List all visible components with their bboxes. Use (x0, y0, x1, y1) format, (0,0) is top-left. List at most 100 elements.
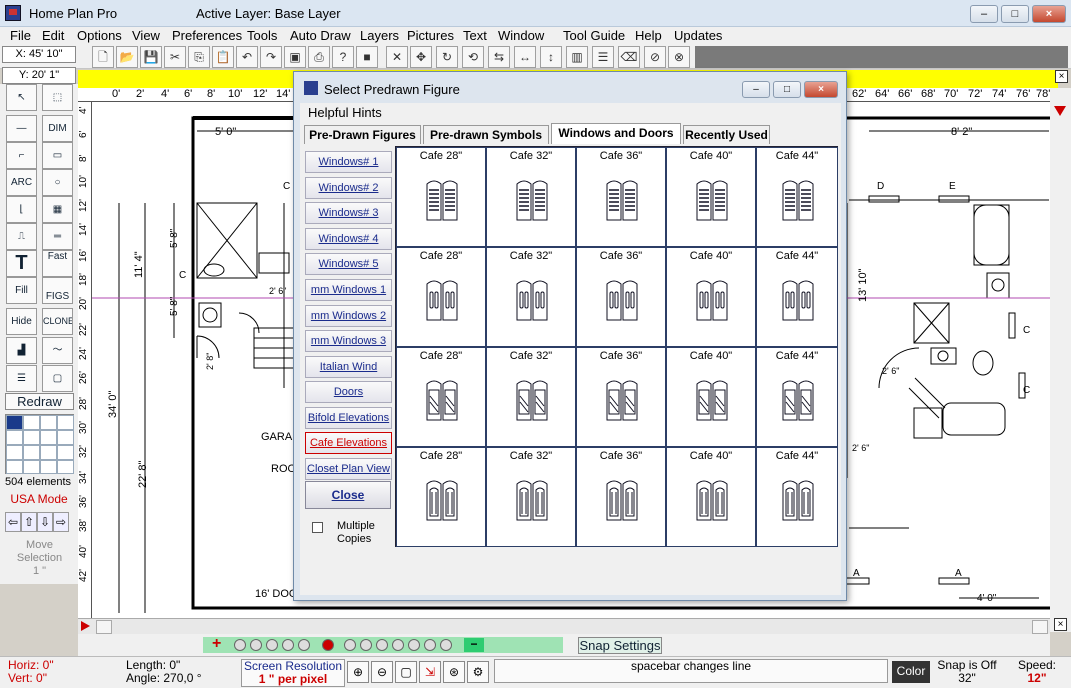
eraser-icon[interactable]: ⌫ (618, 46, 640, 68)
figure-cafe-panel[interactable]: Cafe 44" (756, 447, 838, 547)
tab-pre-drawn-symbols[interactable]: Pre-drawn Symbols (423, 125, 549, 144)
dialog-title-bar[interactable]: Select Predrawn Figure – □ × (302, 72, 842, 103)
save-icon[interactable]: 💾 (140, 46, 162, 68)
category-closet-plan-view[interactable]: Closet Plan View (305, 458, 392, 480)
move-up-icon[interactable]: ⇧ (21, 512, 37, 532)
menu-options[interactable]: Options (77, 28, 122, 43)
snap-settings-button[interactable]: Snap Settings (578, 637, 662, 654)
menu-file[interactable]: File (10, 28, 31, 43)
figure-cafe-louvered[interactable]: Cafe 28" (396, 147, 486, 247)
close-button[interactable]: × (1032, 5, 1066, 23)
select-box-icon[interactable]: ⬚ (42, 84, 73, 111)
grid-tool-icon[interactable]: ▦ (42, 196, 73, 223)
layer-dot[interactable] (266, 639, 278, 651)
distribute-icon[interactable]: ☰ (592, 46, 614, 68)
open-folder-icon[interactable]: 📂 (116, 46, 138, 68)
layer-dot[interactable] (440, 639, 452, 651)
rotate-icon[interactable]: ↻ (436, 46, 458, 68)
figure-cafe-slotted[interactable]: Cafe 28" (396, 247, 486, 347)
figure-cafe-diagonal[interactable]: Cafe 44" (756, 347, 838, 447)
hide-tool-button[interactable]: Hide (6, 308, 37, 335)
grid-cell-active[interactable] (6, 415, 23, 430)
color-button[interactable]: Color (892, 661, 930, 683)
speed-readout[interactable]: Speed: 12" (1006, 659, 1068, 685)
tab-windows-and-doors[interactable]: Windows and Doors (551, 123, 681, 144)
menu-text[interactable]: Text (463, 28, 487, 43)
fast-text-tool-button[interactable]: Fast (42, 250, 73, 277)
undo-icon[interactable]: ↶ (236, 46, 258, 68)
layer-dot[interactable] (408, 639, 420, 651)
figure-cafe-diagonal[interactable]: Cafe 36" (576, 347, 666, 447)
copy-icon[interactable]: ⎘ (188, 46, 210, 68)
grid-cell[interactable] (23, 460, 40, 474)
category-mm-windows-1[interactable]: mm Windows 1 (305, 279, 392, 301)
grid-cell[interactable] (57, 415, 74, 430)
category-cafe-elevations[interactable]: Cafe Elevations (305, 432, 392, 454)
grid-cell[interactable] (23, 430, 40, 445)
delete-icon[interactable]: ✕ (386, 46, 408, 68)
wall-tool-icon[interactable]: ⌊ (6, 196, 37, 223)
grid-cell[interactable] (6, 430, 23, 445)
category-italian-windows[interactable]: Italian Wind (305, 356, 392, 378)
dialog-maximize-button[interactable]: □ (773, 81, 801, 98)
layer-dot[interactable] (424, 639, 436, 651)
category-windows-2[interactable]: Windows# 2 (305, 177, 392, 199)
layer-dot[interactable] (344, 639, 356, 651)
helpful-hints-menu[interactable]: Helpful Hints (308, 105, 382, 120)
menu-window[interactable]: Window (498, 28, 544, 43)
category-mm-windows-3[interactable]: mm Windows 3 (305, 330, 392, 352)
frame-tool-icon[interactable]: ▢ (42, 365, 73, 392)
help-icon[interactable]: ? (332, 46, 354, 68)
print-preview-icon[interactable]: ▣ (284, 46, 306, 68)
snap-readout[interactable]: Snap is Off 32" (934, 659, 1000, 685)
figure-cafe-slotted[interactable]: Cafe 40" (666, 247, 756, 347)
scroll-left-icon[interactable] (96, 620, 112, 634)
zoom-window-icon[interactable]: ▢ (395, 661, 417, 683)
rectangle-tool-icon[interactable]: ▭ (42, 142, 73, 169)
figures-tool-button[interactable]: FIGS (42, 277, 73, 304)
stop-icon[interactable]: ⊗ (668, 46, 690, 68)
category-doors[interactable]: Doors (305, 381, 392, 403)
minimize-button[interactable]: – (970, 5, 998, 23)
grid-cell[interactable] (40, 445, 57, 460)
scroll-down-red-arrow-icon[interactable] (1054, 106, 1066, 116)
menu-pictures[interactable]: Pictures (407, 28, 454, 43)
figure-cafe-panel[interactable]: Cafe 28" (396, 447, 486, 547)
layer-dot[interactable] (360, 639, 372, 651)
grid-cell[interactable] (40, 460, 57, 474)
menu-help[interactable]: Help (635, 28, 662, 43)
category-windows-5[interactable]: Windows# 5 (305, 253, 392, 275)
zoom-out-icon[interactable]: ⊖ (371, 661, 393, 683)
zoom-arrow-icon[interactable]: ⇲ (419, 661, 441, 683)
stretch-horizontal-icon[interactable]: ↔ (514, 46, 536, 68)
grid-cell[interactable] (57, 430, 74, 445)
scroll-left-red-arrow-icon[interactable] (81, 621, 90, 631)
grid-cell[interactable] (6, 445, 23, 460)
menu-preferences[interactable]: Preferences (172, 28, 242, 43)
mirror-icon[interactable]: ⇆ (488, 46, 510, 68)
text-tool-button[interactable]: T (6, 250, 37, 277)
zoom-all-icon[interactable]: ⊛ (443, 661, 465, 683)
polyline-tool-icon[interactable]: ⌐ (6, 142, 37, 169)
align-icon[interactable]: ▥ (566, 46, 588, 68)
hint-bar-close-icon[interactable]: × (1055, 70, 1068, 83)
layer-dot[interactable] (234, 639, 246, 651)
layer-dot[interactable] (250, 639, 262, 651)
figure-cafe-louvered[interactable]: Cafe 32" (486, 147, 576, 247)
move-left-icon[interactable]: ⇦ (5, 512, 21, 532)
figure-cafe-diagonal[interactable]: Cafe 28" (396, 347, 486, 447)
figure-cafe-diagonal[interactable]: Cafe 32" (486, 347, 576, 447)
grid-cell[interactable] (57, 445, 74, 460)
menu-view[interactable]: View (132, 28, 160, 43)
redo-icon[interactable]: ↷ (260, 46, 282, 68)
print-icon[interactable]: ⎙ (308, 46, 330, 68)
image-tool-icon[interactable]: ▟ (6, 337, 37, 364)
grid-cell[interactable] (6, 460, 23, 474)
clone-tool-button[interactable]: CLONE (42, 308, 73, 335)
menu-auto-draw[interactable]: Auto Draw (290, 28, 351, 43)
move-right-icon[interactable]: ⇨ (53, 512, 69, 532)
grid-cell[interactable] (57, 460, 74, 474)
menu-edit[interactable]: Edit (42, 28, 64, 43)
stretch-vertical-icon[interactable]: ↕ (540, 46, 562, 68)
layer-dot-active[interactable] (322, 639, 334, 651)
